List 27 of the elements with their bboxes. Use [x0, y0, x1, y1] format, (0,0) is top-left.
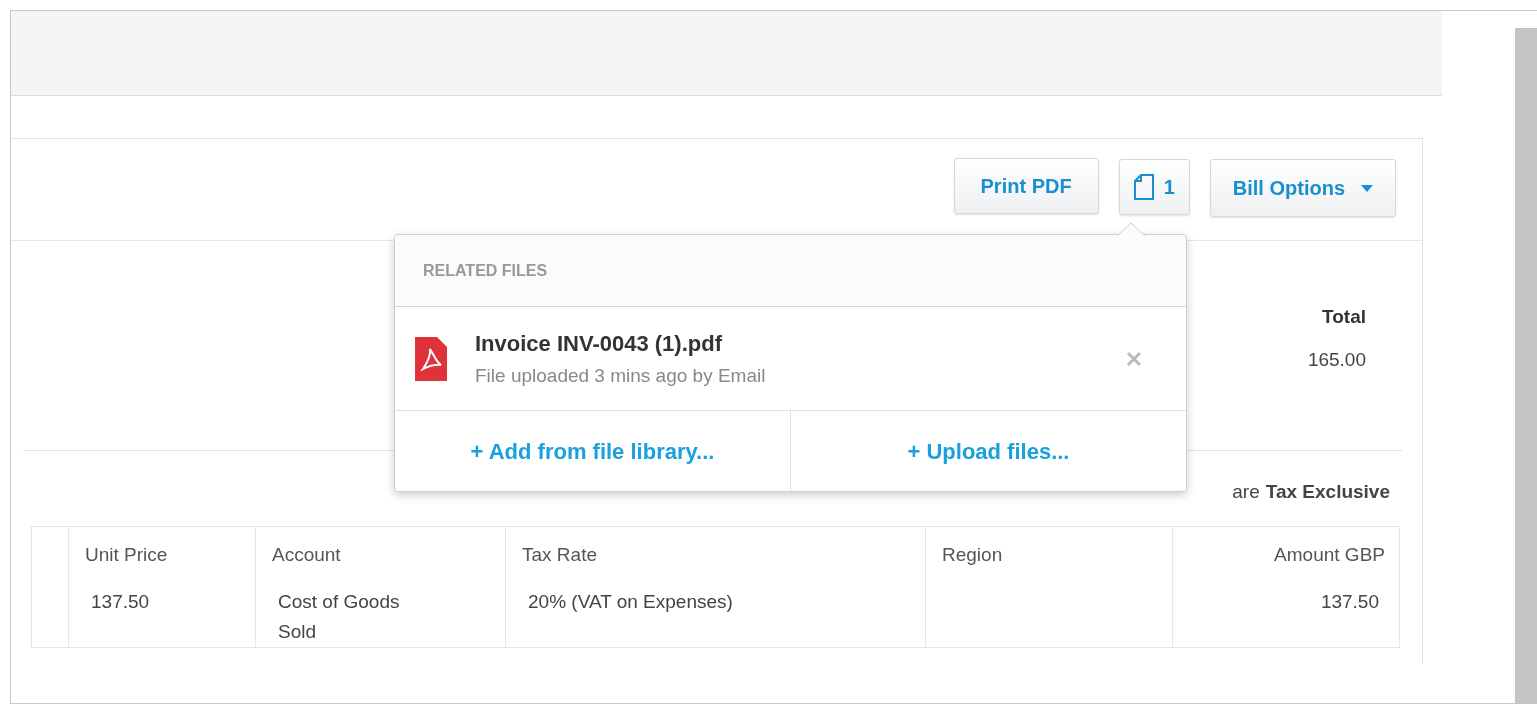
- total-label: Total: [1322, 305, 1366, 329]
- pdf-file-icon: [415, 336, 447, 381]
- close-icon[interactable]: [1126, 350, 1142, 367]
- document-icon: [1133, 174, 1154, 200]
- table-cell-text: 137.50: [1320, 590, 1380, 614]
- total-value: 165.00: [1307, 347, 1366, 372]
- column-header: Unit Price: [84, 542, 169, 567]
- scrollbar[interactable]: [1515, 28, 1537, 704]
- print-pdf-button[interactable]: Print PDF: [953, 158, 1099, 214]
- tax-mode-text: Tax Exclusive: [1265, 480, 1390, 504]
- upload-files-button[interactable]: + Upload files...: [791, 411, 1186, 491]
- table-cell-text: Cost of Goods Sold: [277, 590, 401, 644]
- table-cell-text: 20% (VAT on Expenses): [527, 590, 734, 614]
- column-header: Account: [271, 542, 342, 567]
- file-name: Invoice INV-0043 (1).pdf: [475, 329, 723, 358]
- column-header: Region: [941, 542, 1004, 567]
- add-from-library-button[interactable]: + Add from file library...: [395, 411, 791, 491]
- column-header: Tax Rate: [521, 542, 598, 567]
- table-cell-text: 137.50: [90, 590, 151, 614]
- file-row[interactable]: Invoice INV-0043 (1).pdf File uploaded 3 mins ago by Email: [395, 307, 1186, 411]
- column-header: Amount GBP: [1273, 542, 1386, 567]
- file-meta: File uploaded 3 mins ago by Email: [475, 363, 767, 388]
- caret-icon: [1361, 184, 1373, 192]
- related-files-button[interactable]: 1: [1118, 159, 1190, 215]
- popover-title: RELATED FILES: [423, 260, 548, 281]
- bill-options-button[interactable]: Bill Options: [1209, 159, 1396, 217]
- tax-note-text: are: [1232, 480, 1260, 504]
